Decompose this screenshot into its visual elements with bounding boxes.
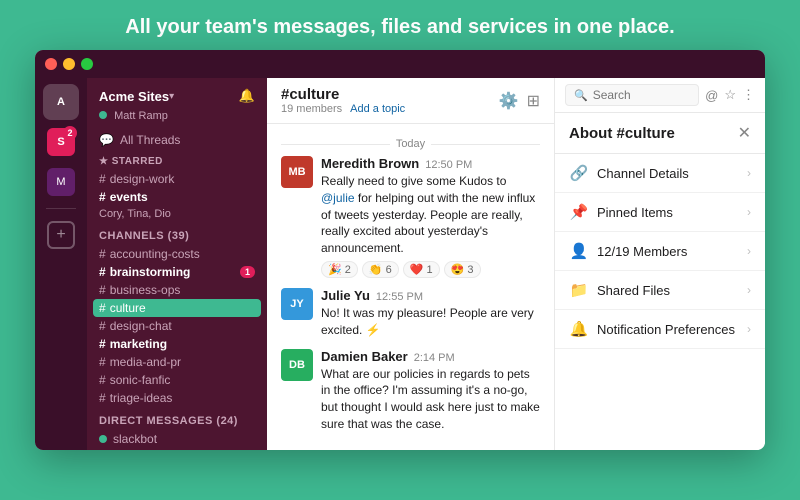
chevron-right-icon: › bbox=[747, 166, 751, 180]
threads-icon: 💬 bbox=[99, 133, 114, 147]
user-name: Matt Ramp bbox=[114, 110, 168, 122]
more-icon[interactable]: ⋮ bbox=[742, 87, 755, 103]
msg-text-1: Really need to give some Kudos to @julie… bbox=[321, 173, 540, 257]
msg-text-3: What are our policies in regards to pets… bbox=[321, 366, 540, 450]
channel-culture[interactable]: #culture bbox=[93, 299, 261, 317]
workspace-icon-2[interactable]: S 2 bbox=[43, 124, 79, 160]
right-panel-title: About #culture bbox=[569, 125, 675, 142]
app-window: A S 2 M + Acme Sites ▾ 🔔 bbox=[35, 50, 765, 450]
message-3: DB Damien Baker 2:14 PM What are our pol… bbox=[281, 349, 540, 450]
layout-icon[interactable]: ⊞ bbox=[527, 91, 540, 111]
sidebar-main: Acme Sites ▾ 🔔 Matt Ramp 💬 All Threads ★… bbox=[87, 78, 267, 450]
chevron-right-icon-4: › bbox=[747, 283, 751, 297]
add-workspace-button[interactable]: + bbox=[47, 221, 75, 249]
msg-time-2: 12:55 PM bbox=[376, 291, 423, 303]
dm-section-header: DIRECT MESSAGES (24) bbox=[87, 407, 267, 430]
msg-author-2: Julie Yu bbox=[321, 288, 370, 303]
message-1: MB Meredith Brown 12:50 PM Really need t… bbox=[281, 156, 540, 278]
channel-design-work[interactable]: #design-work bbox=[87, 170, 267, 188]
right-search-bar: 🔍 @ ☆ ⋮ bbox=[555, 78, 765, 113]
msg-author-1: Meredith Brown bbox=[321, 156, 419, 171]
channel-triage-ideas[interactable]: #triage-ideas bbox=[87, 389, 267, 407]
workspace-chevron-icon: ▾ bbox=[169, 91, 174, 102]
members-icon: 👤 bbox=[569, 242, 589, 260]
avatar-julie: JY bbox=[281, 288, 313, 320]
right-panel-header: About #culture ✕ bbox=[555, 113, 765, 154]
panel-item-notifications[interactable]: 🔔 Notification Preferences › bbox=[555, 310, 765, 349]
date-divider: Today bbox=[281, 138, 540, 150]
traffic-light-yellow[interactable] bbox=[63, 58, 75, 70]
panel-item-channel-details[interactable]: 🔗 Channel Details › bbox=[555, 154, 765, 193]
panel-item-pinned[interactable]: 📌 Pinned Items › bbox=[555, 193, 765, 232]
at-icon[interactable]: @ bbox=[705, 88, 718, 103]
channel-events[interactable]: #events bbox=[87, 188, 267, 206]
dm-cory-tina[interactable]: Cory, Tina, Dio bbox=[87, 206, 267, 222]
reaction-1a[interactable]: 🎉 2 bbox=[321, 261, 358, 278]
panel-item-members[interactable]: 👤 12/19 Members › bbox=[555, 232, 765, 271]
channel-brainstorming[interactable]: #brainstorming1 bbox=[87, 263, 267, 281]
all-threads-item[interactable]: 💬 All Threads bbox=[87, 130, 267, 150]
traffic-light-green[interactable] bbox=[81, 58, 93, 70]
channel-business-ops[interactable]: #business-ops bbox=[87, 281, 267, 299]
panel-item-shared-files[interactable]: 📁 Shared Files › bbox=[555, 271, 765, 310]
right-panel: 🔍 @ ☆ ⋮ About #culture ✕ 🔗 Channel Detai… bbox=[555, 78, 765, 450]
avatar-damien: DB bbox=[281, 349, 313, 381]
workspace-name: Acme Sites bbox=[99, 89, 169, 104]
chat-header: #culture 19 members Add a topic ⚙️ ⊞ bbox=[267, 78, 554, 124]
notification-prefs-label: Notification Preferences bbox=[597, 322, 739, 337]
dm-brandon[interactable]: Brandon Velestuk bbox=[87, 448, 267, 450]
star-icon[interactable]: ☆ bbox=[724, 87, 736, 103]
tagline: All your team's messages, files and serv… bbox=[105, 0, 694, 50]
chevron-right-icon-3: › bbox=[747, 244, 751, 258]
channel-marketing[interactable]: #marketing bbox=[87, 335, 267, 353]
msg-author-3: Damien Baker bbox=[321, 349, 408, 364]
channel-design-chat[interactable]: #design-chat bbox=[87, 317, 267, 335]
reaction-1b[interactable]: 👏 6 bbox=[362, 261, 399, 278]
workspace-icon-3[interactable]: M bbox=[43, 164, 79, 200]
hash-icon: # bbox=[99, 190, 106, 204]
pinned-label: Pinned Items bbox=[597, 205, 739, 220]
channel-details-icon: 🔗 bbox=[569, 164, 589, 182]
files-icon: 📁 bbox=[569, 281, 589, 299]
channels-section-header: CHANNELS (39) bbox=[87, 222, 267, 245]
channel-accounting-costs[interactable]: #accounting-costs bbox=[87, 245, 267, 263]
avatar-meredith: MB bbox=[281, 156, 313, 188]
channel-media-and-pr[interactable]: #media-and-pr bbox=[87, 353, 267, 371]
msg-time-3: 2:14 PM bbox=[414, 352, 455, 364]
search-input[interactable] bbox=[593, 88, 690, 102]
members-label: 12/19 Members bbox=[597, 244, 739, 259]
bell-icon: 🔔 bbox=[569, 320, 589, 338]
channel-details-label: Channel Details bbox=[597, 166, 739, 181]
reaction-1d[interactable]: 😍 3 bbox=[444, 261, 481, 278]
chevron-right-icon-5: › bbox=[747, 322, 751, 336]
chat-area: #culture 19 members Add a topic ⚙️ ⊞ Tod… bbox=[267, 78, 555, 450]
notification-bell-icon[interactable]: 🔔 bbox=[239, 88, 255, 104]
reaction-1c[interactable]: ❤️ 1 bbox=[403, 261, 440, 278]
close-icon[interactable]: ✕ bbox=[738, 123, 751, 143]
search-icon: 🔍 bbox=[574, 89, 588, 102]
starred-section-header: ★ STARRED bbox=[87, 150, 267, 170]
traffic-light-red[interactable] bbox=[45, 58, 57, 70]
dm-slackbot[interactable]: slackbot bbox=[87, 430, 267, 448]
channel-sonic-fanfic[interactable]: #sonic-fanfic bbox=[87, 371, 267, 389]
pin-icon: 📌 bbox=[569, 203, 589, 221]
message-2: JY Julie Yu 12:55 PM No! It was my pleas… bbox=[281, 288, 540, 339]
workspace-icon-1[interactable]: A bbox=[43, 84, 79, 120]
sidebar-icons: A S 2 M + bbox=[35, 78, 87, 450]
chevron-right-icon-2: › bbox=[747, 205, 751, 219]
hash-icon: # bbox=[99, 172, 106, 186]
msg-text-2: No! It was my pleasure! People are very … bbox=[321, 305, 540, 339]
settings-icon[interactable]: ⚙️ bbox=[499, 91, 519, 111]
msg-time-1: 12:50 PM bbox=[425, 159, 472, 171]
member-count: 19 members bbox=[281, 103, 342, 115]
shared-files-label: Shared Files bbox=[597, 283, 739, 298]
chat-channel-name: #culture bbox=[281, 86, 405, 103]
add-topic-link[interactable]: Add a topic bbox=[350, 103, 405, 115]
chat-messages: Today MB Meredith Brown 12:50 PM Really … bbox=[267, 124, 554, 450]
title-bar bbox=[35, 50, 765, 78]
